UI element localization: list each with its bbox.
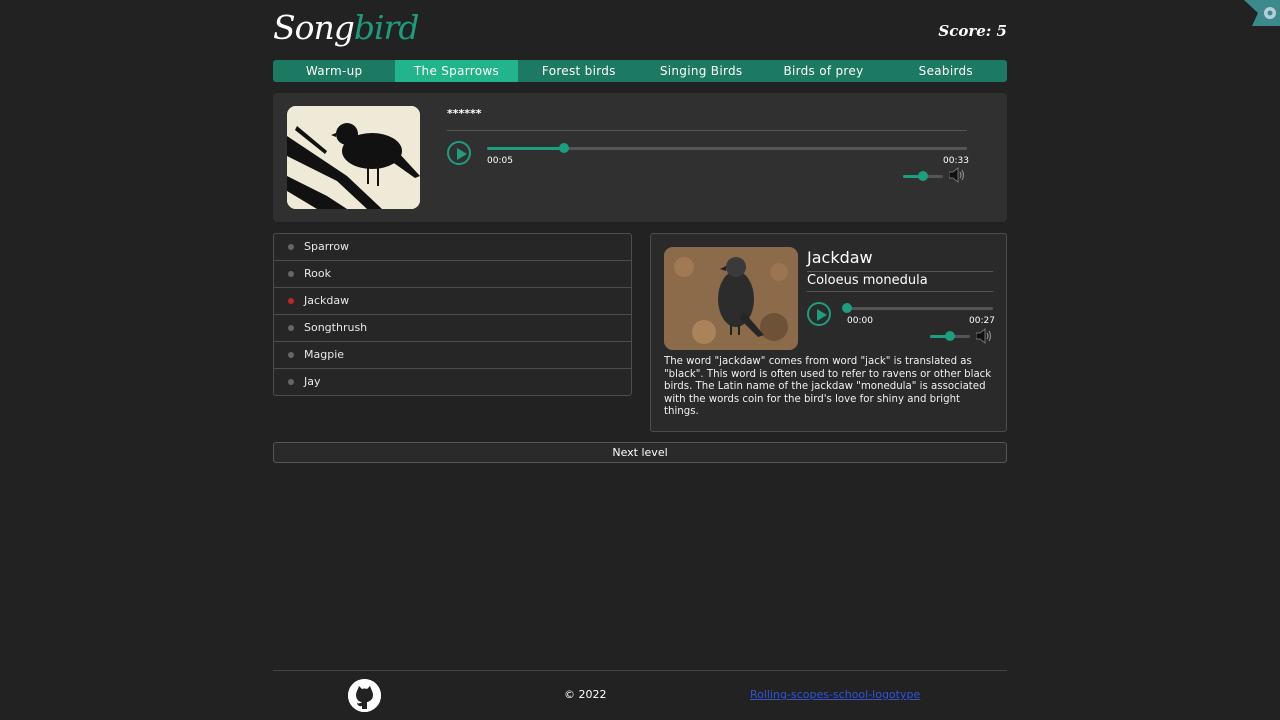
github-link[interactable]	[348, 679, 381, 712]
play-icon[interactable]	[807, 302, 831, 326]
answer-label: Jay	[304, 375, 321, 388]
volume-handle[interactable]	[945, 331, 955, 341]
status-dot	[288, 244, 294, 250]
progress-handle[interactable]	[558, 143, 569, 153]
logo[interactable]: Songbird	[273, 8, 420, 47]
current-time: 00:05	[487, 156, 513, 166]
bird-description: The word "jackdaw" comes from word "jack…	[664, 356, 992, 418]
answer-label: Songthrush	[304, 321, 368, 334]
bird-latin-name: Coloeus monedula	[807, 273, 928, 288]
current-time: 00:00	[847, 316, 873, 326]
list-item[interactable]: Magpie	[274, 342, 631, 369]
status-dot	[288, 271, 294, 277]
answer-label: Rook	[304, 267, 331, 280]
gear-icon	[1244, 0, 1280, 26]
question-card: ****** 00:05 00:33	[273, 93, 1007, 222]
divider	[807, 271, 993, 272]
list-item[interactable]: Rook	[274, 261, 631, 288]
nav-item-singing-birds[interactable]: Singing Birds	[640, 60, 762, 82]
hidden-bird-image	[287, 106, 420, 209]
rss-school-link[interactable]: Rolling-scopes-school-logotype	[750, 688, 920, 701]
list-item[interactable]: Jay	[274, 369, 631, 395]
github-icon	[348, 679, 381, 712]
info-progress-bar[interactable]	[842, 303, 993, 313]
logo-part-green: bird	[353, 8, 420, 47]
settings-corner-button[interactable]	[1244, 0, 1280, 26]
list-item[interactable]: Jackdaw	[274, 288, 631, 315]
footer-divider	[273, 670, 1007, 671]
hidden-bird-name: ******	[447, 107, 482, 120]
divider	[807, 291, 993, 292]
progress-handle[interactable]	[842, 303, 852, 313]
nav-item-warm-up[interactable]: Warm-up	[273, 60, 395, 82]
divider	[447, 130, 967, 131]
status-dot	[288, 298, 294, 304]
duration: 00:33	[943, 156, 969, 166]
progress-fill	[487, 147, 564, 150]
logo-part-white: Song	[273, 8, 355, 47]
nav-item-forest-birds[interactable]: Forest birds	[518, 60, 640, 82]
nav-item-birds-of-prey[interactable]: Birds of prey	[762, 60, 884, 82]
list-item[interactable]: Sparrow	[274, 234, 631, 261]
answer-label: Magpie	[304, 348, 345, 361]
speaker-icon[interactable]	[949, 167, 967, 183]
question-progress-bar[interactable]	[487, 143, 967, 153]
answer-label: Sparrow	[304, 240, 350, 253]
nav-item-the-sparrows[interactable]: The Sparrows	[395, 60, 518, 82]
level-nav: Warm-up The Sparrows Forest birds Singin…	[273, 60, 1007, 82]
bird-info-card: Jackdaw Coloeus monedula 00:00 00:27 The…	[650, 233, 1007, 432]
play-icon[interactable]	[447, 141, 471, 165]
volume-slider[interactable]	[930, 331, 970, 341]
status-dot	[288, 325, 294, 331]
volume-handle[interactable]	[918, 171, 928, 181]
answers-list: Sparrow Rook Jackdaw Songthrush Magpie J…	[273, 233, 632, 396]
status-dot	[288, 352, 294, 358]
copyright: © 2022	[564, 688, 607, 701]
next-level-button[interactable]: Next level	[273, 442, 1007, 463]
nav-item-seabirds[interactable]: Seabirds	[885, 60, 1007, 82]
bird-name: Jackdaw	[807, 248, 873, 267]
volume-slider[interactable]	[903, 171, 943, 181]
status-dot	[288, 379, 294, 385]
list-item[interactable]: Songthrush	[274, 315, 631, 342]
speaker-icon[interactable]	[976, 328, 994, 344]
score: Score: 5	[938, 22, 1007, 40]
bird-photo	[664, 247, 798, 350]
answer-label: Jackdaw	[304, 294, 350, 307]
duration: 00:27	[969, 316, 995, 326]
